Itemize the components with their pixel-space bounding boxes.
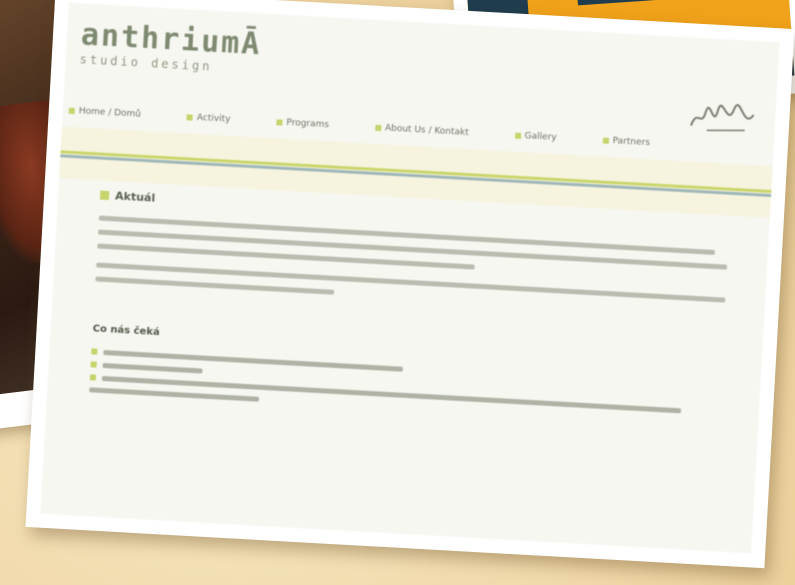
signature-icon <box>690 104 755 132</box>
nav-label: Partners <box>612 136 651 149</box>
bullet-icon <box>276 119 283 126</box>
nav-label: About Us / Kontakt <box>384 123 470 139</box>
bullet-icon <box>90 361 97 368</box>
bullet-icon <box>602 137 609 144</box>
bullet-icon <box>514 132 521 139</box>
nav-item-activity[interactable]: Activity <box>186 107 231 129</box>
nav-label: Programs <box>286 117 330 131</box>
list-item-text <box>102 362 203 374</box>
website-page: anthriumĀ studio design Home / Domů Acti… <box>40 2 780 554</box>
website-screenshot-card: anthriumĀ studio design Home / Domů Acti… <box>25 0 795 569</box>
nav-label: Activity <box>196 112 231 125</box>
nav-item-partners[interactable]: Partners <box>602 131 650 154</box>
site-logo[interactable]: anthriumĀ studio design <box>79 17 262 77</box>
bullet-icon <box>186 114 194 121</box>
heading-bullet-icon <box>99 190 110 201</box>
nav-item-home[interactable]: Home / Domů <box>68 101 141 125</box>
nav-item-about[interactable]: About Us / Kontakt <box>374 118 469 143</box>
stripe-line-blue <box>60 154 772 198</box>
nav-label: Home / Domů <box>78 106 142 120</box>
text-line <box>95 276 335 295</box>
bullet-icon <box>89 374 97 381</box>
nav-item-gallery[interactable]: Gallery <box>514 126 557 148</box>
nav-label: Gallery <box>524 131 557 143</box>
bullet-icon <box>91 348 98 355</box>
bullet-icon <box>374 124 382 132</box>
list-item-text <box>89 387 260 402</box>
nav-item-programs[interactable]: Programs <box>276 112 330 135</box>
main-content: Aktuál Co nás čeká <box>89 189 730 435</box>
section-heading-text: Aktuál <box>114 189 156 205</box>
bullet-icon <box>68 107 75 115</box>
stripe-line-accent <box>60 150 772 194</box>
